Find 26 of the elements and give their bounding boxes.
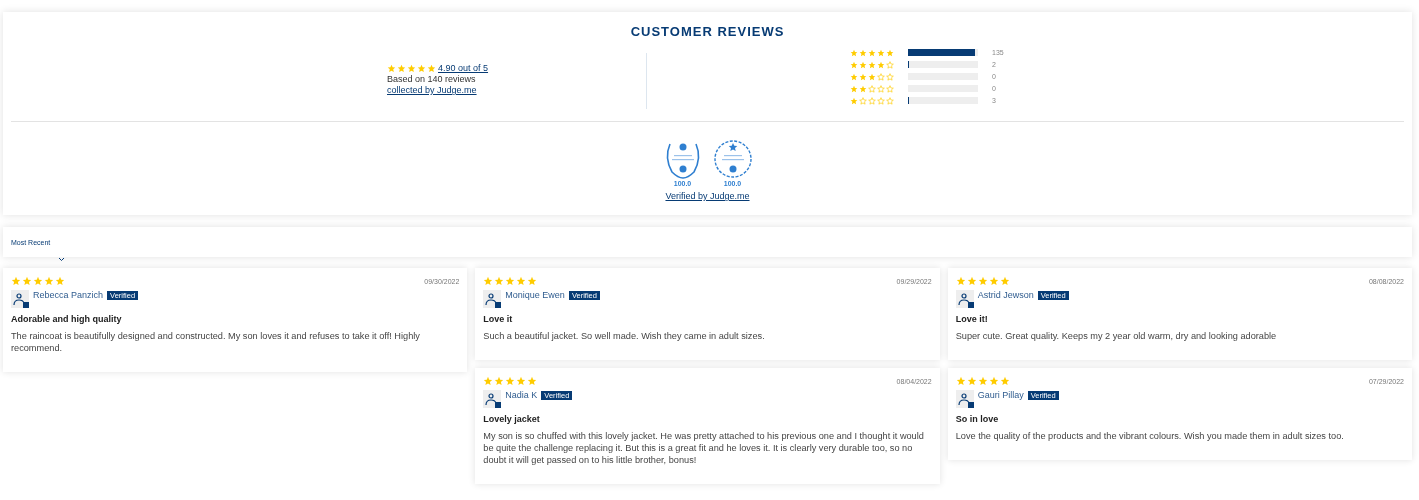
review-title: Lovely jacket: [483, 414, 541, 424]
review-text: Such a beautiful jacket. So well made. Wish they came in adult sizes.: [483, 330, 766, 342]
avatar-icon: [955, 390, 974, 408]
review-title: Love it: [483, 314, 514, 324]
review-title: Love it!: [955, 314, 989, 324]
review-count-text: Based on 140 reviews: [387, 74, 477, 84]
review-title: Adorable and high quality: [11, 314, 123, 324]
judge-me-link[interactable]: collected by Judge.me: [387, 85, 477, 95]
reviewer-name: Rebecca Panzich: [33, 290, 104, 300]
reviewer-name: Gauri Pillay: [977, 390, 1024, 400]
reviewer-name: Nadia K: [505, 390, 538, 400]
verified-link[interactable]: Verified by Judge.me: [665, 191, 750, 201]
review-text: Love the quality of the products and the vibrant colours. Wish you made them in adult sizes too.: [955, 430, 1345, 442]
review-title: So in love: [955, 414, 1000, 424]
average-rating-link[interactable]: 4.90 out of 5: [438, 63, 489, 73]
avatar-icon: [11, 290, 29, 308]
review-text: The raincoat is beautifully designed and constructed. My son loves it and refuses to take it off! Highly recommend.: [11, 330, 421, 354]
reviewer-name: Monique Ewen: [505, 290, 565, 300]
avatar-icon: [955, 290, 974, 308]
reviewer-name: Astrid Jewson: [977, 290, 1034, 300]
review-text: Super cute. Great quality. Keeps my 2 year old warm, dry and looking adorable: [955, 330, 1278, 342]
chevron-down-icon[interactable]: [58, 257, 65, 262]
avatar-icon: [483, 290, 502, 308]
review-text: My son is so chuffed with this lovely jacket. He was pretty attached to his previous one and I thought it would be quite the challenge replacing it. But this is a great fit and he loves it. It is clearly very durable too, so no doubt it will get passed on to his little brother, bonus!: [483, 430, 925, 466]
section-title: CUSTOMER REVIEWS: [630, 24, 785, 39]
avatar-icon: [483, 390, 502, 408]
